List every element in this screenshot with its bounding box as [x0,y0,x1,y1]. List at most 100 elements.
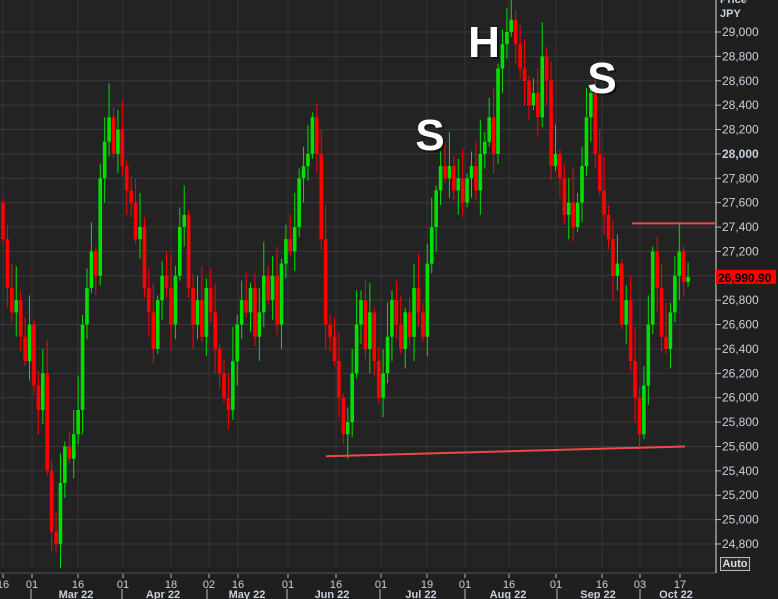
x-day-label: 16 [0,579,9,591]
candle-up [261,275,266,313]
candle-up [85,287,89,325]
candle-down [94,251,98,276]
candle-up [102,141,107,179]
x-day-label: 01 [375,579,387,591]
candle-down [45,373,49,471]
y-axis-unit: JPY [720,8,741,20]
candle-up [71,434,76,459]
candle-down [628,300,633,362]
candle-up [505,32,509,45]
y-tick-label: 25,400 [722,464,759,478]
x-month-label: May 22 [229,589,266,599]
candle-down [222,373,226,398]
x-month-label: Jun 22 [315,589,350,599]
candle-up [650,251,655,325]
candle-up [279,263,284,325]
candle-down [637,397,642,435]
candlestick-chart: 24,800 25,000 25,200 25,400 25,600 25,800 26,0… [0,0,778,599]
y-tick-label: 25,200 [722,488,759,502]
candle-up [478,153,483,191]
candle-down [217,348,222,374]
candle-up [575,202,580,228]
candle-down [421,312,425,337]
candle-down [602,190,606,215]
y-tick-label: 28,800 [722,49,759,63]
y-tick-label: 28,000 [722,147,759,161]
candle-down [120,129,125,167]
candle-down [169,287,173,325]
candle-down [244,300,248,313]
candle-up [456,178,461,191]
candle-down [319,153,324,240]
candle-down [1,202,5,240]
candle-down [213,312,217,349]
annotation-right-shoulder: S [587,54,616,103]
candle-up [58,483,63,544]
y-tick-label: 26,000 [722,391,759,405]
x-month-label: Aug 22 [490,589,527,599]
candle-down [32,324,36,386]
candle-down [341,397,346,435]
candle-up [381,373,385,398]
candle-up [429,227,434,264]
y-tick-label: 26,400 [722,342,759,356]
candle-down [315,117,319,154]
candle-down [208,287,213,313]
candle-up [98,178,103,276]
candle-up [239,300,244,325]
candle-down [67,446,72,459]
y-tick-label: 29,000 [722,25,759,39]
candle-up [624,300,629,325]
auto-scale-button[interactable]: Auto [720,557,750,571]
candle-up [350,373,354,423]
y-tick-label: 24,800 [722,537,759,551]
candle-up [447,166,452,179]
candle-up [76,409,80,435]
candle-down [399,324,403,349]
candle-down [460,178,465,203]
candle-down [443,166,447,179]
candle-up [138,227,142,240]
y-tick-label: 25,600 [722,439,759,453]
candle-up [465,178,469,203]
candle-up [438,166,443,191]
candle-down [288,239,293,252]
x-day-label: 01 [26,579,38,591]
annotation-head: H [468,18,500,67]
annotation-left-shoulder: S [415,111,444,160]
candle-down [474,166,478,191]
candle-down [129,190,133,203]
candle-down [527,80,531,106]
candle-down [151,312,156,349]
candle-down [186,214,191,288]
candle-up [403,312,408,349]
candle-up [80,324,85,410]
candle-down [620,263,624,325]
candle-down [200,300,204,337]
candle-down [659,287,664,337]
candle-down [5,239,10,288]
candle-down [142,227,147,288]
y-tick-label: 27,400 [722,220,759,234]
candle-down [337,361,341,398]
candle-up [204,287,209,337]
candle-up [306,153,310,167]
candle-down [611,239,615,276]
candle-down [191,287,195,325]
candle-up [284,239,288,264]
candle-down [54,531,58,544]
candle-up [509,19,514,32]
candle-up [231,361,235,410]
candle-down [253,287,257,337]
candle-down [544,56,549,81]
candle-up [182,214,187,228]
candle-up [434,190,438,228]
candle-down [332,336,337,362]
candle-down [562,178,567,215]
candle-down [147,287,151,313]
candle-down [518,44,522,69]
candle-up [195,300,200,325]
candle-down [36,385,41,410]
candle-up [155,300,160,349]
candle-down [522,68,527,81]
